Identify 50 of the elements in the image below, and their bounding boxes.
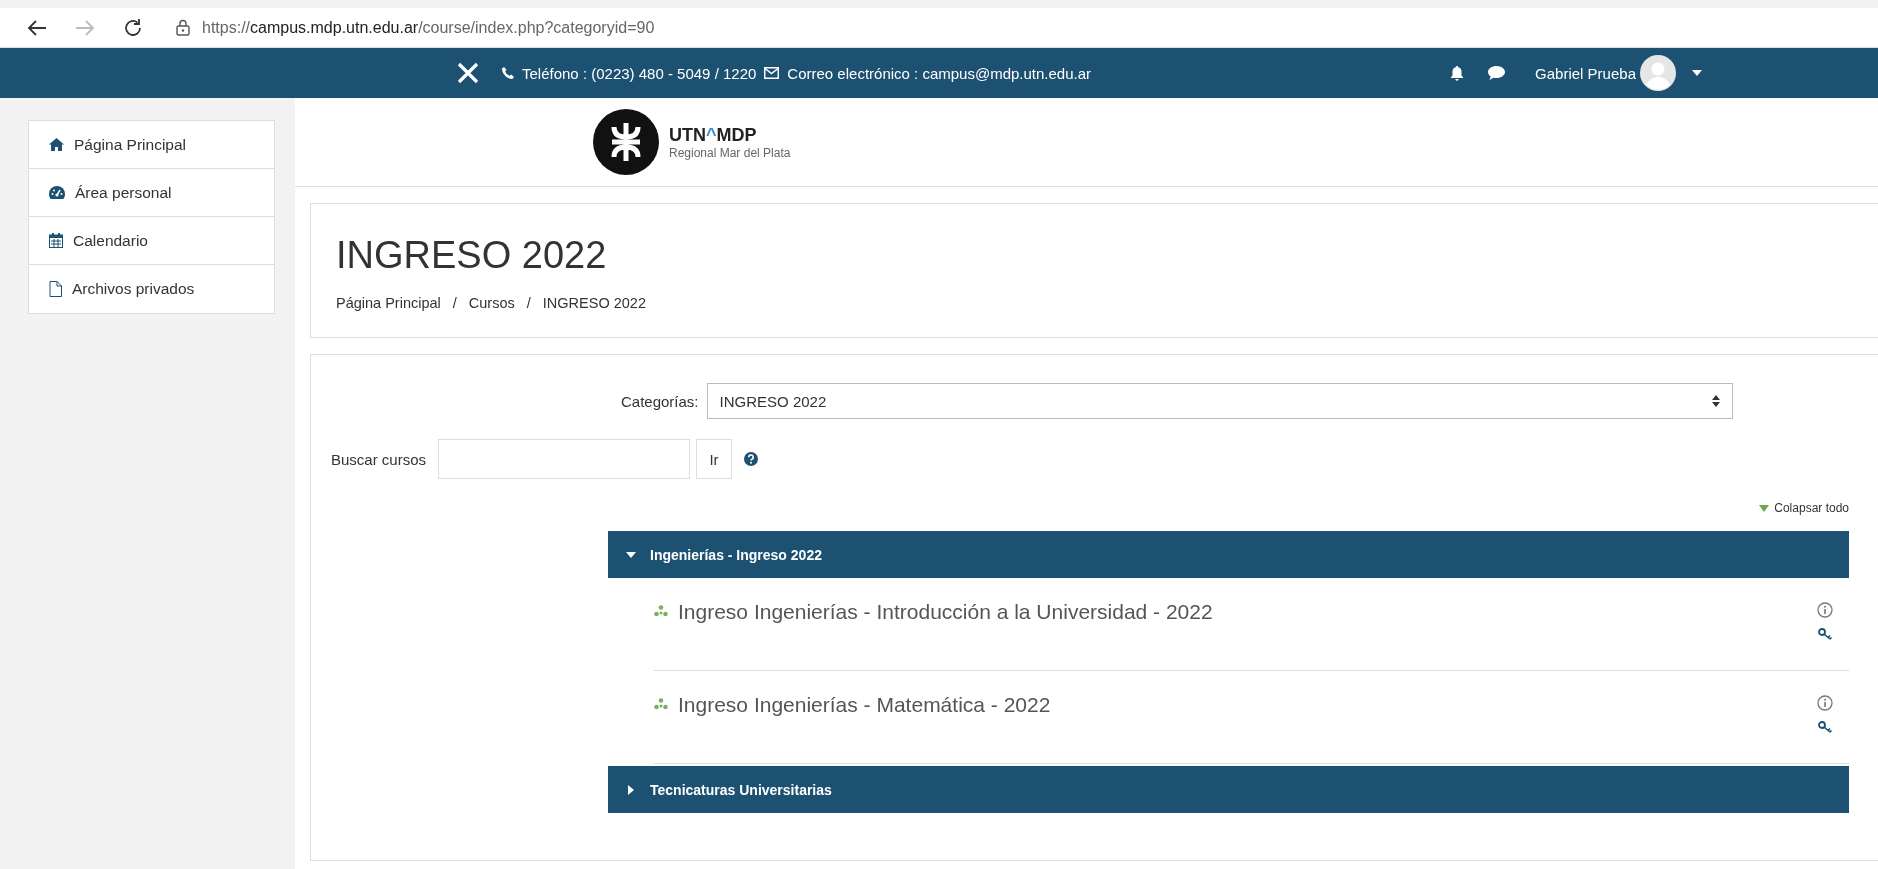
field-label: Buscar cursos bbox=[331, 450, 427, 468]
sidebar-item[interactable]: Calendario bbox=[29, 217, 274, 265]
phone-icon bbox=[502, 67, 514, 79]
info-icon[interactable] bbox=[1817, 602, 1833, 618]
category-header[interactable]: Ingenierías - Ingreso 2022 bbox=[608, 531, 1849, 578]
triangle-right-icon bbox=[628, 784, 634, 795]
help-icon[interactable] bbox=[744, 452, 759, 466]
user-name[interactable]: Gabriel Prueba bbox=[1535, 64, 1636, 82]
close-icon[interactable] bbox=[456, 61, 480, 85]
avatar-icon[interactable] bbox=[1640, 55, 1676, 91]
course-link[interactable]: Ingreso Ingenierías - Introducción a la Universidad - 2022 bbox=[678, 600, 1817, 624]
lock-icon bbox=[176, 19, 190, 36]
file-icon bbox=[49, 281, 62, 297]
course-icon bbox=[654, 605, 668, 619]
breadcrumb-separator: / bbox=[526, 295, 531, 311]
breadcrumb-separator: / bbox=[452, 295, 457, 311]
sidebar-item[interactable]: Archivos privados bbox=[29, 265, 274, 313]
logo-subtitle: Regional Mar del Plata bbox=[669, 145, 791, 160]
breadcrumb-link[interactable]: Cursos bbox=[468, 295, 515, 311]
triangle-down-icon bbox=[626, 551, 636, 558]
dashboard-icon bbox=[49, 186, 65, 199]
sidebar-item[interactable]: Página Principal bbox=[29, 121, 274, 169]
course-icon bbox=[654, 698, 668, 712]
field-label: Categorías: bbox=[621, 392, 699, 410]
caret-icon[interactable] bbox=[1692, 70, 1702, 76]
home-icon bbox=[49, 138, 64, 151]
phone-text: Teléfono : (0223) 480 - 5049 / 1220 bbox=[522, 64, 757, 82]
search-field[interactable] bbox=[438, 439, 691, 479]
key-icon bbox=[1818, 628, 1833, 640]
course-link[interactable]: Ingreso Ingenierías - Matemática - 2022 bbox=[678, 693, 1817, 717]
reload-icon[interactable] bbox=[122, 16, 144, 39]
category-select[interactable]: INGRESO 2022 bbox=[706, 383, 1733, 419]
category-header[interactable]: Tecnicaturas Universitarias bbox=[608, 766, 1849, 813]
logo-icon bbox=[593, 109, 659, 175]
envelope-icon bbox=[764, 67, 780, 79]
logo-title: UTN^MDP bbox=[669, 124, 758, 146]
chat-icon[interactable] bbox=[1488, 66, 1506, 80]
key-icon bbox=[1818, 721, 1833, 733]
collapse-link[interactable]: Colapsar todo bbox=[1759, 501, 1849, 515]
sort-arrows-icon bbox=[1711, 395, 1720, 407]
address-field[interactable]: https://campus.mdp.utn.edu.ar/course/index.php?categoryid=90 bbox=[202, 18, 655, 37]
breadcrumb-link[interactable]: Página Principal bbox=[336, 295, 441, 311]
triangle-down-icon bbox=[1759, 504, 1770, 512]
sidebar-item[interactable]: Área personal bbox=[29, 169, 274, 217]
calendar-icon bbox=[49, 233, 63, 248]
go-button[interactable]: Ir bbox=[696, 439, 733, 479]
page-title: INGRESO 2022 bbox=[336, 234, 608, 277]
email-text: Correo electrónico : campus@mdp.utn.edu.ar bbox=[787, 64, 1092, 82]
bell-icon[interactable] bbox=[1450, 65, 1465, 81]
info-icon[interactable] bbox=[1817, 695, 1833, 711]
